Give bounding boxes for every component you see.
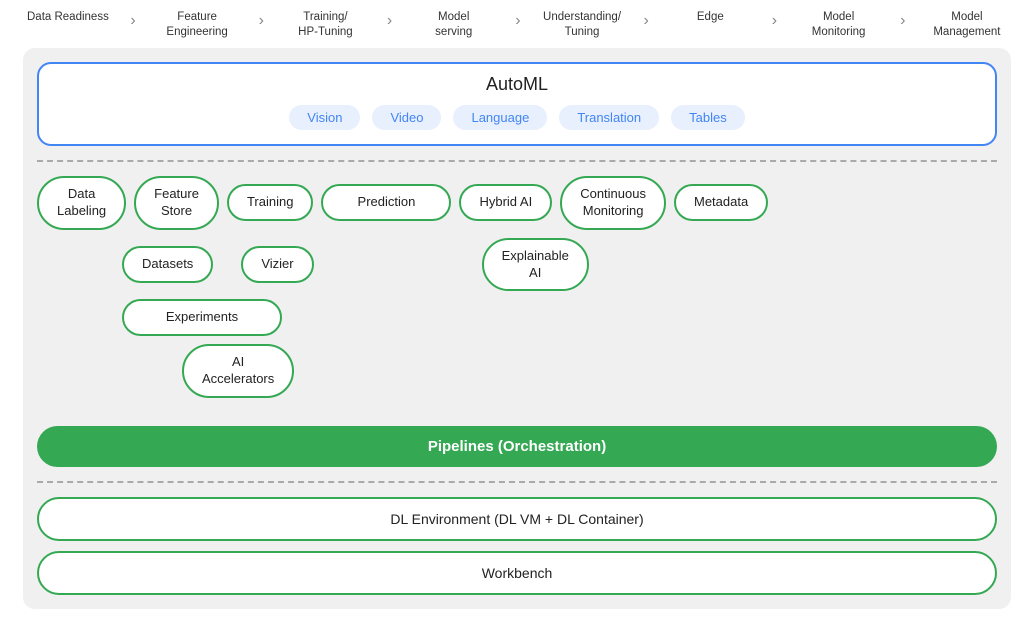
comp-hybrid-ai: Hybrid AI	[459, 184, 552, 221]
nav-item-model-monitoring: ModelMonitoring	[799, 10, 879, 40]
comp-datasets: Datasets	[122, 246, 213, 283]
nav-chevron-6: ›	[772, 12, 777, 30]
nav-chevron-3: ›	[387, 12, 392, 30]
components-row1: DataLabeling FeatureStore Training Predi…	[37, 176, 997, 230]
comp-training: Training	[227, 184, 313, 221]
nav-chevron-1: ›	[130, 12, 135, 30]
dashed-divider-2	[37, 481, 997, 483]
main-area: AutoML Vision Video Language Translation…	[23, 48, 1011, 609]
diagram-wrapper: Data Readiness › FeatureEngineering › Tr…	[17, 10, 1017, 609]
nav-chevron-4: ›	[515, 12, 520, 30]
nav-item-edge: Edge	[670, 10, 750, 25]
nav-item-data-readiness: Data Readiness	[27, 10, 109, 25]
comp-ai-accelerators: AIAccelerators	[182, 344, 294, 398]
bottom-dl-environment: DL Environment (DL VM + DL Container)	[37, 497, 997, 541]
automl-pill-vision: Vision	[289, 105, 360, 130]
comp-continuous-monitoring: ContinuousMonitoring	[560, 176, 666, 230]
components-layout: DataLabeling FeatureStore Training Predi…	[37, 176, 997, 416]
automl-box: AutoML Vision Video Language Translation…	[37, 62, 997, 146]
comp-prediction: Prediction	[321, 184, 451, 221]
comp-explainable-ai: ExplainableAI	[482, 238, 589, 292]
comp-vizier: Vizier	[241, 246, 313, 283]
comp-data-labeling: DataLabeling	[37, 176, 126, 230]
comp-metadata: Metadata	[674, 184, 768, 221]
nav-item-model-serving: Modelserving	[414, 10, 494, 40]
automl-title: AutoML	[55, 74, 979, 95]
components-row3: Experiments	[37, 299, 997, 336]
nav-item-training: Training/HP-Tuning	[285, 10, 365, 40]
components-row2: Datasets Vizier ExplainableAI	[37, 238, 997, 292]
nav-chevron-7: ›	[900, 12, 905, 30]
nav-item-model-management: ModelManagement	[927, 10, 1007, 40]
nav-item-feature-engineering: FeatureEngineering	[157, 10, 237, 40]
top-nav: Data Readiness › FeatureEngineering › Tr…	[17, 10, 1017, 48]
automl-pill-language: Language	[453, 105, 547, 130]
nav-chevron-2: ›	[259, 12, 264, 30]
dashed-divider	[37, 160, 997, 162]
comp-feature-store: FeatureStore	[134, 176, 219, 230]
automl-pill-translation: Translation	[559, 105, 659, 130]
components-row4: AIAccelerators	[37, 344, 997, 398]
nav-item-understanding: Understanding/Tuning	[542, 10, 622, 40]
automl-pills: Vision Video Language Translation Tables	[55, 105, 979, 130]
nav-chevron-5: ›	[644, 12, 649, 30]
automl-pill-tables: Tables	[671, 105, 745, 130]
pipelines-bar: Pipelines (Orchestration)	[37, 426, 997, 467]
automl-pill-video: Video	[372, 105, 441, 130]
bottom-section: DL Environment (DL VM + DL Container) Wo…	[37, 497, 997, 595]
comp-experiments: Experiments	[122, 299, 282, 336]
bottom-workbench: Workbench	[37, 551, 997, 595]
